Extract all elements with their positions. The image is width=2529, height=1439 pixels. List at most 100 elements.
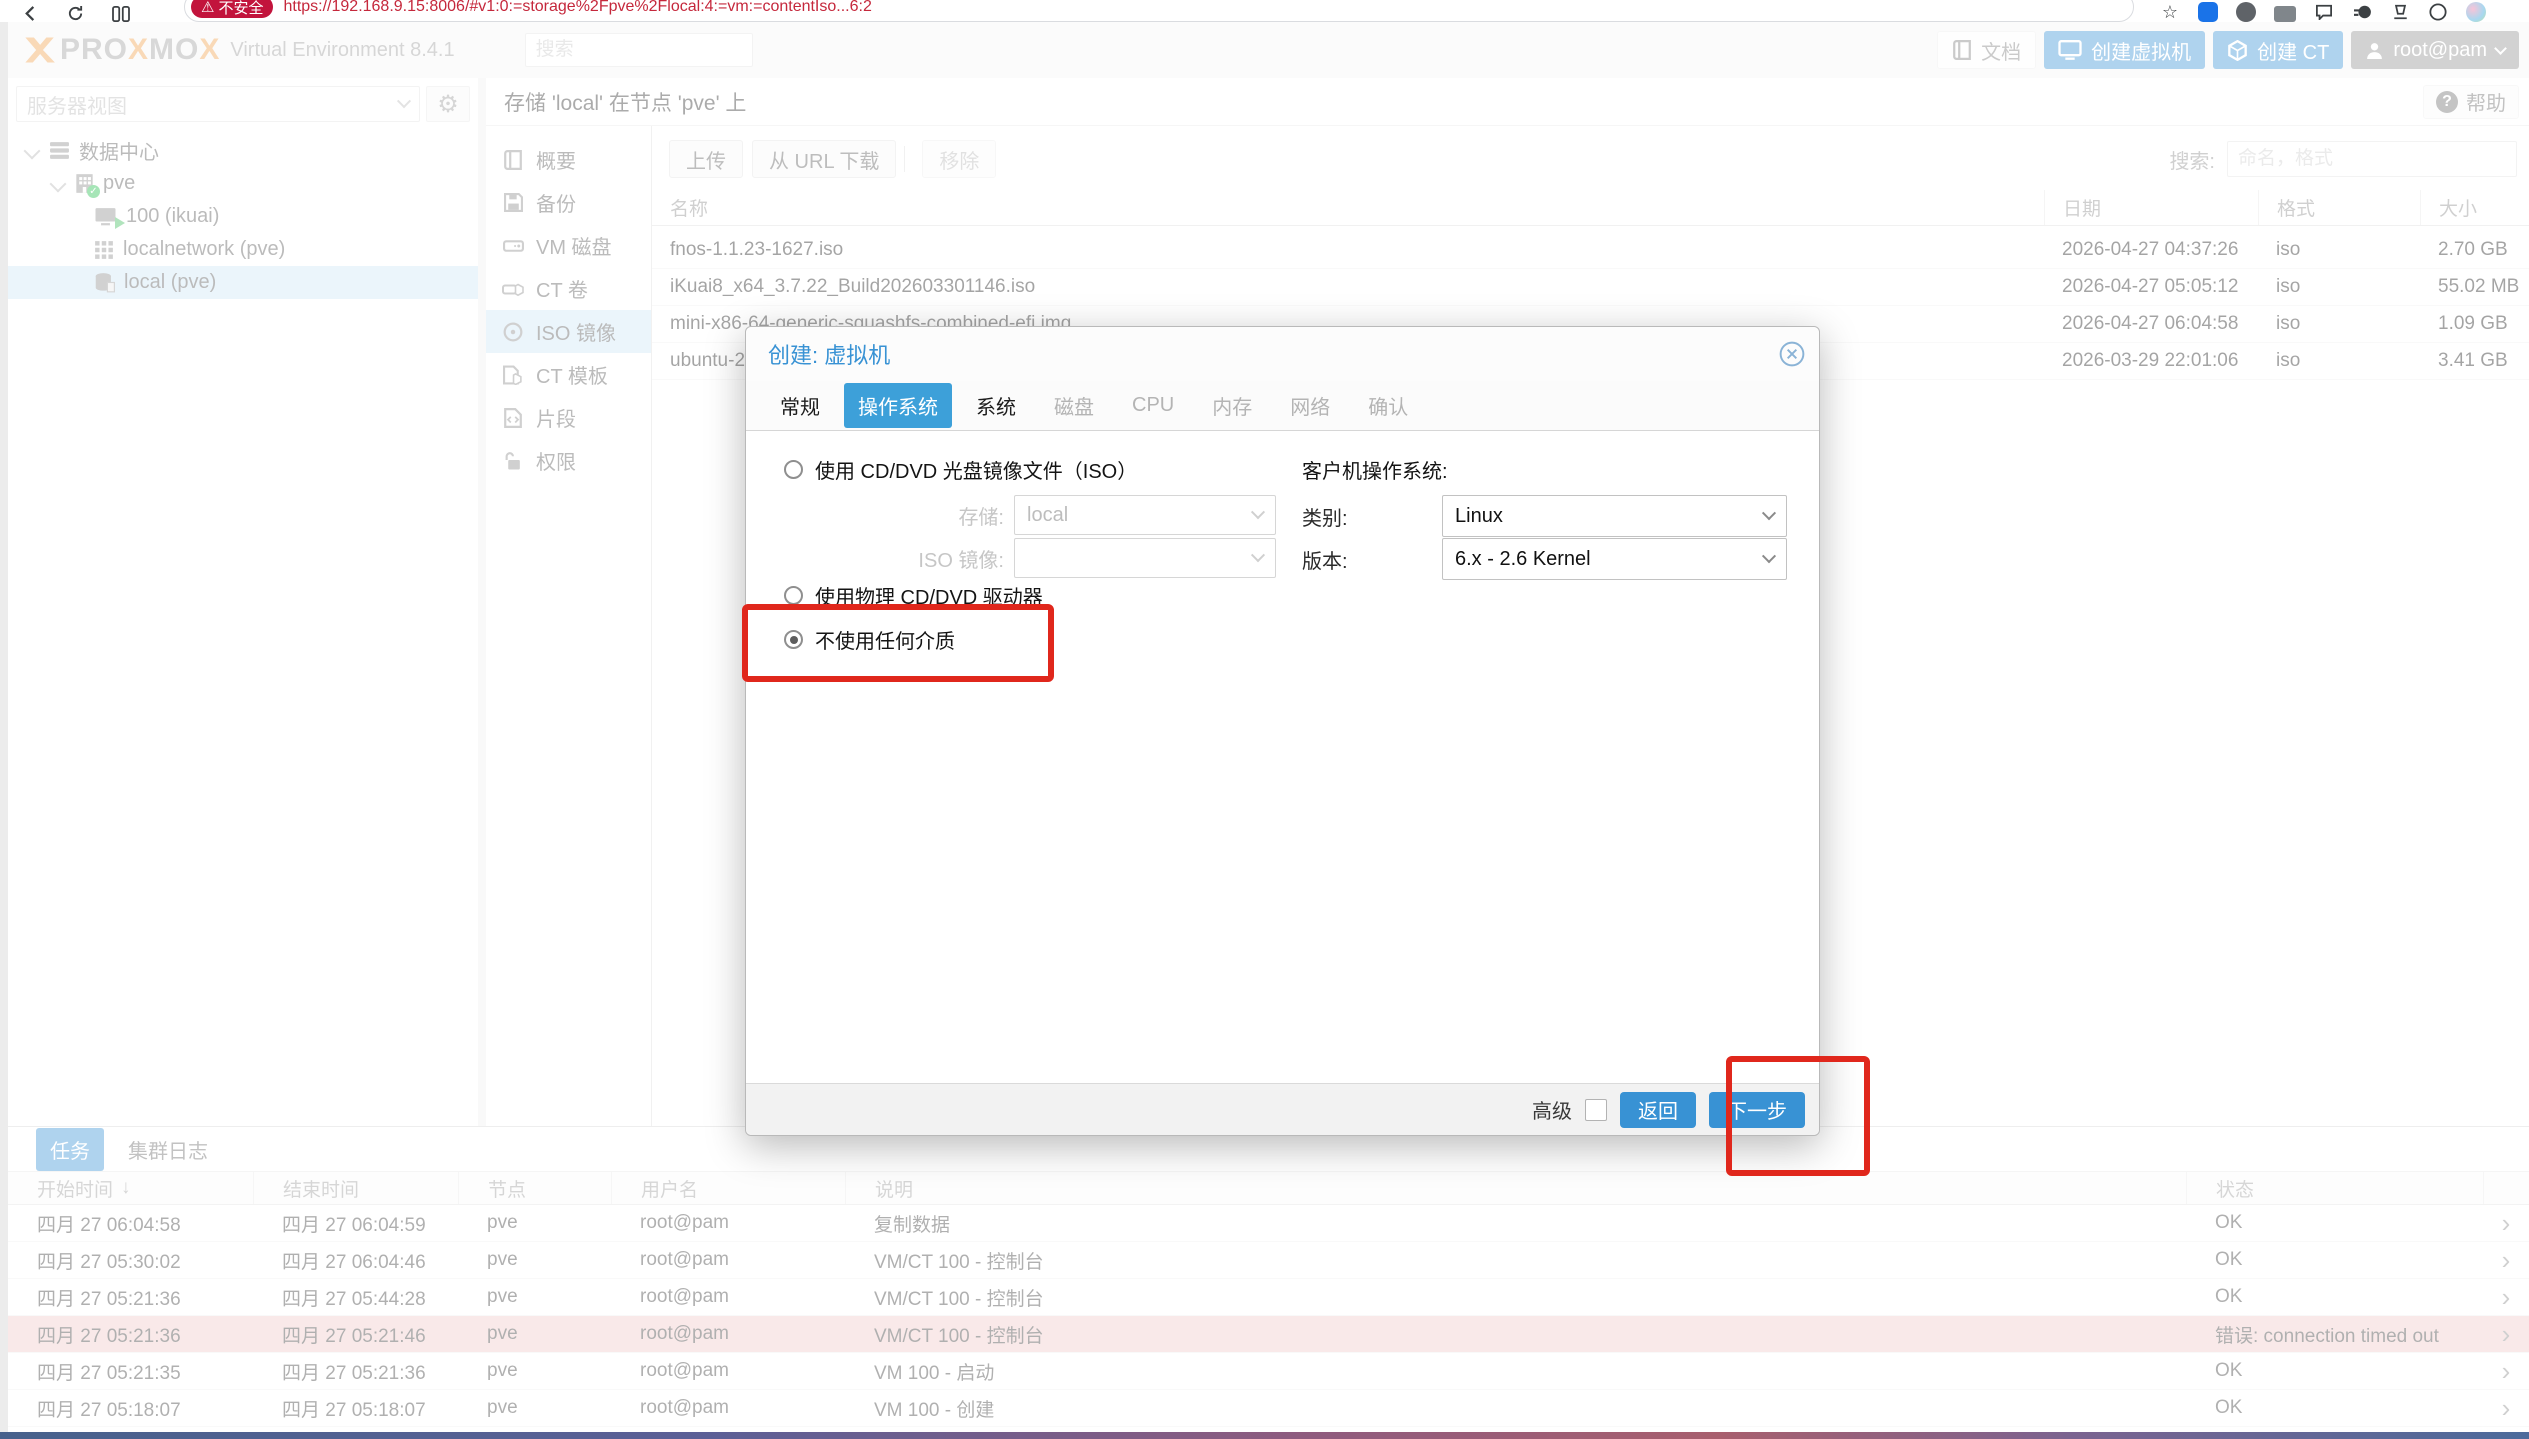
menu-item-label: 备份 [536, 188, 576, 217]
create-ct-button[interactable]: 创建 CT [2213, 31, 2343, 69]
downloads-icon[interactable] [2390, 2, 2410, 22]
tab-memory[interactable]: 内存 [1198, 383, 1266, 428]
column-user[interactable]: 用户名 [611, 1172, 845, 1204]
create-vm-label: 创建虚拟机 [2091, 36, 2191, 65]
profile-avatar[interactable] [2466, 2, 2486, 22]
task-row[interactable]: 四月 27 06:04:58四月 27 06:04:59pve root@pam… [8, 1205, 2529, 1242]
os-version-dropdown[interactable]: 6.x - 2.6 Kernel [1442, 538, 1787, 580]
create-vm-button[interactable]: 创建虚拟机 [2044, 31, 2205, 69]
tab-cpu[interactable]: CPU [1118, 386, 1188, 425]
proxmox-logo-icon [22, 35, 56, 65]
task-row[interactable]: 四月 27 05:30:02四月 27 06:04:46pve root@pam… [8, 1242, 2529, 1279]
tab-system[interactable]: 系统 [962, 383, 1030, 428]
menu-item-snippets[interactable]: 片段 [486, 396, 651, 439]
panel-splitter[interactable] [478, 78, 486, 1126]
tree-item-datacenter[interactable]: 数据中心 [8, 134, 478, 167]
column-end-time[interactable]: 结束时间 [253, 1172, 458, 1204]
browser-back-icon[interactable] [22, 5, 39, 22]
column-status[interactable]: 状态 [2186, 1172, 2483, 1204]
chevron-right-icon[interactable]: › [2483, 1208, 2529, 1239]
chat-icon[interactable] [2314, 2, 2334, 22]
wallet-icon[interactable] [2274, 6, 2296, 22]
radio-icon[interactable] [784, 586, 803, 605]
menu-item-ct-volumes[interactable]: CT 卷 [486, 267, 651, 310]
chevron-right-icon[interactable]: › [2483, 1282, 2529, 1313]
menu-item-iso-images[interactable]: ISO 镜像 [486, 310, 651, 353]
hdd-cube-icon [502, 280, 524, 298]
task-row[interactable]: 四月 27 05:21:36四月 27 05:44:28pve root@pam… [8, 1279, 2529, 1316]
column-size[interactable]: 大小 [2420, 190, 2529, 225]
address-bar[interactable]: ⚠不安全 https://192.168.9.15:8006/#v1:0:=st… [184, 0, 2134, 22]
tree-item-pve[interactable]: ✓ pve [8, 167, 478, 200]
node-online-check-icon: ✓ [87, 185, 100, 198]
radio-use-iso[interactable]: 使用 CD/DVD 光盘镜像文件（ISO） [784, 455, 1137, 484]
remove-button[interactable]: 移除 [922, 140, 996, 178]
security-badge[interactable]: ⚠不安全 [191, 0, 273, 18]
global-search-input[interactable] [525, 33, 753, 67]
iso-image-dropdown[interactable] [1014, 538, 1276, 578]
bookmark-icon[interactable]: ☆ [2160, 2, 2180, 22]
task-row-error[interactable]: 四月 27 05:21:36四月 27 05:21:46pve root@pam… [8, 1316, 2529, 1353]
back-button[interactable]: 返回 [1620, 1092, 1696, 1128]
expand-chevron-icon[interactable] [50, 175, 67, 192]
tree-settings-button[interactable]: ⚙ [426, 86, 470, 122]
filter-search-input[interactable] [2227, 141, 2517, 177]
browser-sidebar-icon[interactable] [112, 6, 130, 22]
radio-icon[interactable] [784, 460, 803, 479]
tree-item-localnetwork[interactable]: localnetwork (pve) [8, 233, 478, 266]
close-icon[interactable] [1779, 341, 1805, 367]
chevron-right-icon[interactable]: › [2483, 1393, 2529, 1424]
tab-disks[interactable]: 磁盘 [1040, 383, 1108, 428]
screen-bottom-edge [0, 1432, 2529, 1439]
tab-cluster-log[interactable]: 集群日志 [118, 1128, 218, 1171]
chevron-right-icon[interactable]: › [2483, 1319, 2529, 1350]
iso-field-row: ISO 镜像: [784, 538, 1276, 578]
tab-confirm[interactable]: 确认 [1354, 383, 1422, 428]
tree-item-local-storage[interactable]: local (pve) [8, 266, 478, 299]
menu-item-ct-templates[interactable]: CT 模板 [486, 353, 651, 396]
documentation-button[interactable]: 文档 [1937, 31, 2036, 69]
dialog-titlebar[interactable]: 创建: 虚拟机 [746, 327, 1819, 381]
column-node[interactable]: 节点 [458, 1172, 611, 1204]
menu-item-backups[interactable]: 备份 [486, 181, 651, 224]
menu-item-summary[interactable]: 概要 [486, 138, 651, 181]
user-circle-icon[interactable] [2428, 2, 2448, 22]
help-button[interactable]: ? 帮助 [2423, 85, 2519, 119]
tab-general[interactable]: 常规 [766, 383, 834, 428]
task-row[interactable]: 四月 27 05:18:07四月 27 05:18:07pve root@pam… [8, 1390, 2529, 1427]
column-format[interactable]: 格式 [2258, 190, 2420, 225]
column-date[interactable]: 日期 [2044, 190, 2258, 225]
expand-chevron-icon[interactable] [24, 142, 41, 159]
os-type-dropdown[interactable]: Linux [1442, 495, 1787, 537]
advanced-checkbox[interactable] [1585, 1099, 1607, 1121]
radio-use-physical-drive[interactable]: 使用物理 CD/DVD 驱动器 [784, 581, 1043, 610]
tree-item-vm-100[interactable]: 100 (ikuai) [8, 200, 478, 233]
upload-button[interactable]: 上传 [669, 140, 743, 178]
column-name[interactable]: 名称 [652, 190, 2044, 225]
menu-item-permissions[interactable]: 权限 [486, 439, 651, 482]
user-menu-button[interactable]: root@pam [2351, 31, 2519, 69]
tab-network[interactable]: 网络 [1276, 383, 1344, 428]
browser-reload-icon[interactable] [67, 5, 84, 22]
media-control-icon[interactable] [2352, 2, 2372, 22]
tab-os[interactable]: 操作系统 [844, 383, 952, 428]
tab-tasks[interactable]: 任务 [36, 1128, 104, 1171]
radio-no-media[interactable]: 不使用任何介质 [784, 625, 955, 654]
chevron-right-icon[interactable]: › [2483, 1245, 2529, 1276]
book-icon [1952, 40, 1972, 60]
download-from-url-button[interactable]: 从 URL 下载 [752, 140, 896, 178]
menu-item-vm-disks[interactable]: VM 磁盘 [486, 224, 651, 267]
view-selector-dropdown[interactable]: 服务器视图 [16, 86, 420, 122]
column-start-time[interactable]: 开始时间↓ [8, 1172, 253, 1204]
next-button[interactable]: 下一步 [1709, 1092, 1805, 1128]
extension-icon-2[interactable] [2236, 2, 2256, 22]
storage-dropdown[interactable]: local [1014, 495, 1276, 535]
table-row[interactable]: iKuai8_x64_3.7.22_Build202603301146.iso2… [652, 269, 2529, 306]
chevron-right-icon[interactable]: › [2483, 1356, 2529, 1387]
column-description[interactable]: 说明 [845, 1172, 2186, 1204]
table-row[interactable]: fnos-1.1.23-1627.iso2026-04-27 04:37:26 … [652, 232, 2529, 269]
task-row[interactable]: 四月 27 05:21:35四月 27 05:21:36pve root@pam… [8, 1353, 2529, 1390]
extension-icon[interactable] [2198, 2, 2218, 22]
tree-item-label: pve [103, 172, 135, 195]
radio-checked-icon[interactable] [784, 630, 803, 649]
